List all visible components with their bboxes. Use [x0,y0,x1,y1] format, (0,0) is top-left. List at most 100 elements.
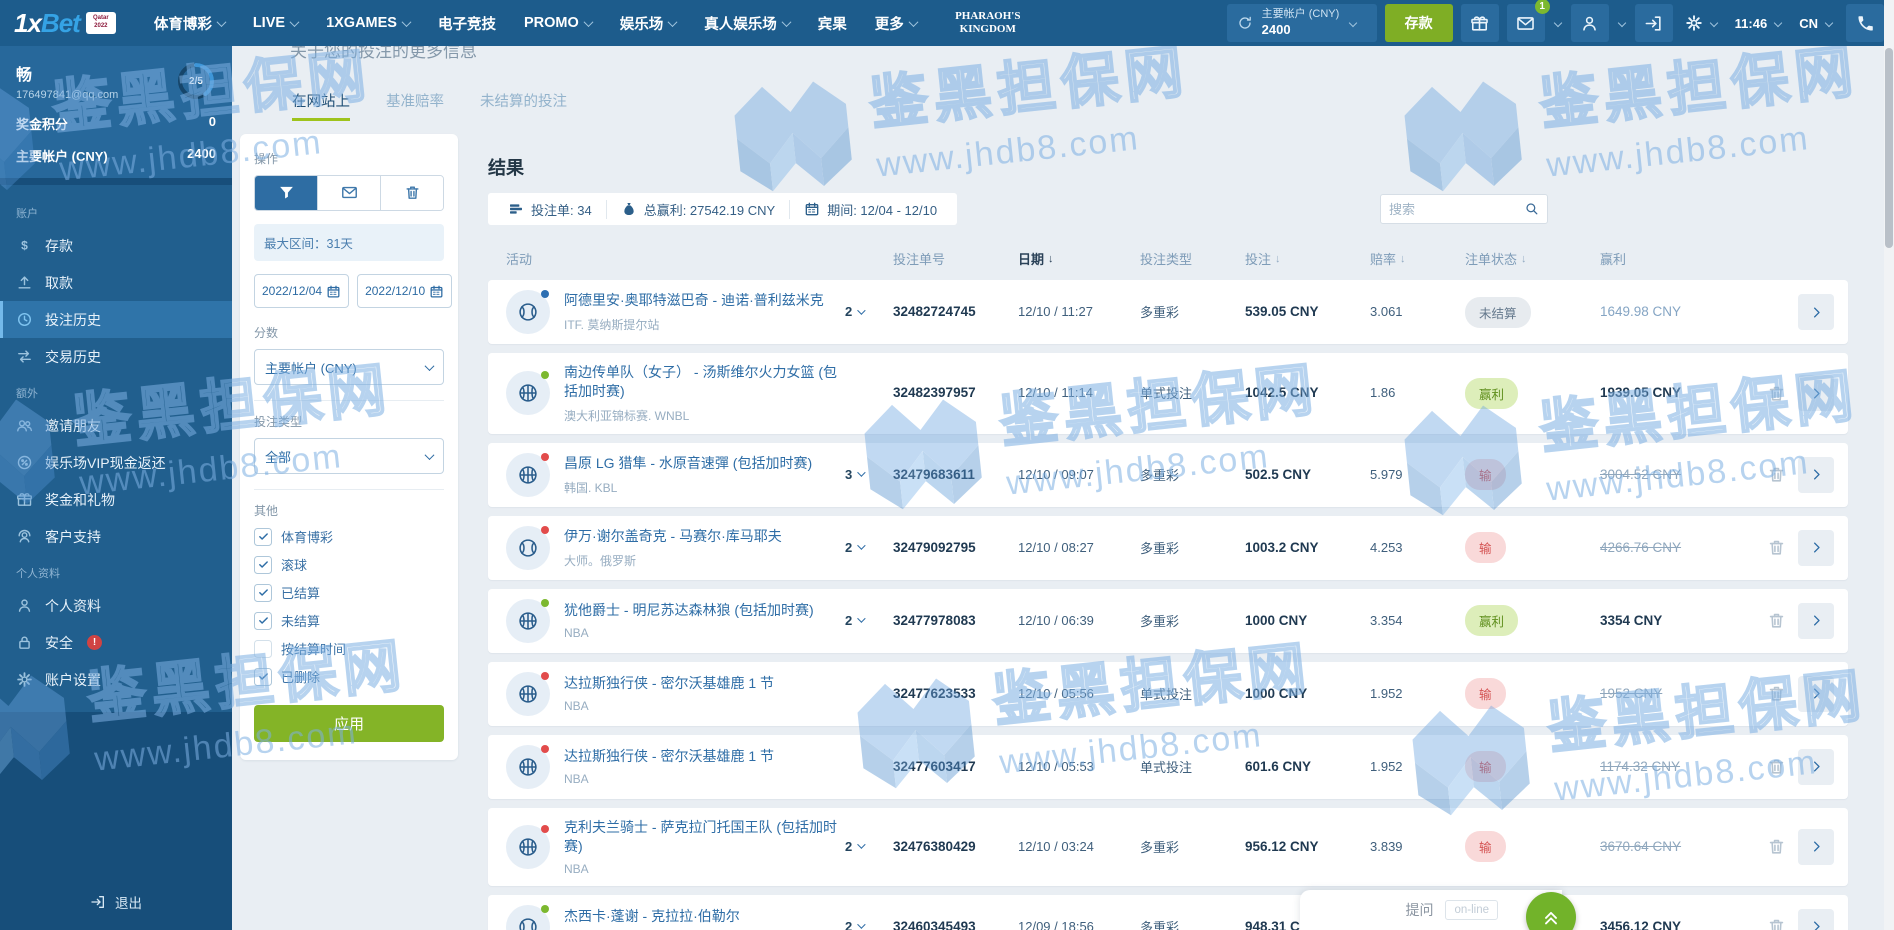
nav-item-bingo[interactable]: 宾果 [806,0,859,46]
checkbox-checked-icon[interactable] [254,555,272,574]
sidebar-item-withdrawal[interactable]: 取款 [0,264,232,301]
calendar-icon[interactable] [429,283,444,298]
date-from-input[interactable]: 2022/12/04 [254,274,350,308]
checkbox-unchecked-icon[interactable] [254,639,272,658]
chat-bar[interactable]: 提问 on-line [1300,890,1562,930]
refresh-icon[interactable] [1237,14,1253,32]
messages-button[interactable]: 1 [1506,0,1550,42]
delete-bet-button[interactable] [1767,757,1786,776]
event-title[interactable]: 阿德里安·奥耶特滋巴奇 - 迪诺·普利兹米克 [564,291,824,310]
delete-bet-button[interactable] [1767,684,1786,703]
event-title[interactable]: 昌原 LG 猎隼 - 水原音速彈 (包括加时赛) [564,454,812,473]
bet-details-button[interactable] [1798,456,1834,493]
delete-bet-button[interactable] [1767,611,1786,630]
bet-row[interactable]: 伊万·谢尔盖奇克 - 马赛尔·库马耶夫 大师。俄罗斯 2 32479092795 12/… [488,515,1848,580]
event-title[interactable]: 达拉斯独行侠 - 密尔沃基雄鹿 1 节 [564,747,774,766]
filter-checkbox[interactable]: 已结算 [254,583,444,602]
expand-selections-button[interactable]: 2 [845,540,866,555]
bet-row[interactable]: 克利夫兰骑士 - 萨克拉门托国王队 (包括加时赛) NBA 2 32476380429… [488,807,1848,886]
event-title[interactable]: 伊万·谢尔盖奇克 - 马赛尔·库马耶夫 [564,527,782,546]
nav-item-promo[interactable]: PROMO [512,0,604,46]
sidebar-item-security[interactable]: 安全! [0,624,232,661]
bet-row[interactable]: 达拉斯独行侠 - 密尔沃基雄鹿 1 节 NBA 32477623533 12/10 /… [488,661,1848,726]
filter-checkbox[interactable]: 未结算 [254,611,444,630]
delete-bet-button[interactable] [1767,837,1786,856]
column-header-num[interactable]: 投注单号 [893,249,1018,268]
sidebar-logout-button[interactable]: 退出 [90,892,142,912]
event-title[interactable]: 犹他爵士 - 明尼苏达森林狼 (包括加时赛) [564,601,814,620]
sidebar-item-deposit[interactable]: $ 存款 [0,227,232,264]
chevron-down-icon[interactable] [1553,18,1562,28]
nav-item-casino[interactable]: 娱乐场 [608,0,689,46]
brand-logo[interactable]: 1xBet Qatar 2022 [14,8,116,39]
checkbox-checked-icon[interactable] [254,611,272,630]
bet-row[interactable]: 南边传单队（女子） - 汤斯维尔火力女篮 (包括加时赛) 澳大利亚锦标赛. WNB… [488,353,1848,434]
phone-support-button[interactable] [1846,4,1884,42]
column-header-win[interactable]: 赢利 [1600,249,1760,268]
column-header-type[interactable]: 投注类型 [1140,249,1245,268]
nav-item-esports[interactable]: 电子竞技 [426,0,508,46]
nav-item-pharaohs-kingdom[interactable]: PHARAOH'S KINGDOM [933,0,1043,46]
calendar-icon[interactable] [326,283,341,298]
tab-on-site[interactable]: 在网站上 [292,90,350,121]
nav-item-sports[interactable]: 体育博彩 [142,0,237,46]
logout-button[interactable] [1634,4,1673,42]
event-title[interactable]: 杰西卡·蓬谢 - 克拉拉·伯勒尔 [564,907,740,926]
deposit-button[interactable]: 存款 [1384,4,1453,42]
column-header-date[interactable]: 日期 ↓ [1018,249,1140,268]
language-selector[interactable]: CN [1795,16,1838,31]
filter-checkbox[interactable]: 滚球 [254,555,444,574]
page-scrollbar[interactable] [1884,0,1894,930]
expand-selections-button[interactable]: 2 [845,919,866,930]
bet-details-button[interactable] [1798,529,1834,566]
date-to-input[interactable]: 2022/12/10 [357,274,453,308]
bet-details-button[interactable] [1798,602,1834,639]
filter-checkbox[interactable]: 体育博彩 [254,527,444,546]
sidebar-item-personal-profile[interactable]: 个人资料 [0,587,232,624]
scrollbar-thumb[interactable] [1885,48,1893,248]
column-header-event[interactable]: 活动 [506,249,532,268]
gifts-button[interactable] [1460,4,1499,42]
checkbox-checked-icon[interactable] [254,527,272,546]
bet-row[interactable]: 阿德里安·奥耶特滋巴奇 - 迪诺·普利兹米克 ITF. 莫纳斯提尔站 2 324827… [488,280,1848,344]
bet-details-button[interactable] [1798,748,1834,785]
bet-details-button[interactable] [1798,828,1834,865]
sidebar-item-account-settings[interactable]: 账户设置 [0,661,232,698]
bet-row[interactable]: 杰西卡·蓬谢 - 克拉拉·伯勒尔WTA. Angers2324603454931… [488,894,1848,930]
delete-bet-button[interactable] [1767,538,1786,557]
expand-selections-button[interactable]: 2 [845,304,866,319]
profile-button[interactable] [1570,4,1609,42]
filter-checkbox[interactable]: 已删除 [254,667,444,686]
sidebar-item-customer-support[interactable]: 客户支持 [0,518,232,555]
sidebar-item-bonuses-gifts[interactable]: 奖金和礼物 [0,481,232,518]
sidebar-item-casino-vip-cashback[interactable]: 娱乐场VIP现金返还 [0,444,232,481]
mail-report-button[interactable] [317,176,380,210]
delete-bet-button[interactable] [1767,465,1786,484]
chevron-down-icon[interactable] [1617,18,1626,28]
sidebar-item-bet-history[interactable]: 投注历史 [0,301,232,338]
account-select[interactable]: 主要帐户 (CNY) [254,349,444,385]
sidebar-item-invite-friends[interactable]: 邀请朋友 [0,407,232,444]
nav-item-1xgames[interactable]: 1XGAMES [314,0,422,46]
filter-checkbox[interactable]: 按结算时间 [254,639,444,658]
tab-unsettled-bets[interactable]: 未结算的投注 [480,90,567,121]
delete-bet-button[interactable] [1767,384,1786,403]
checkbox-checked-icon[interactable] [254,667,272,686]
expand-selections-button[interactable]: 2 [845,613,866,628]
column-header-status[interactable]: 注单状态 ↓ [1465,249,1600,268]
nav-item-more[interactable]: 更多 [863,0,929,46]
nav-item-live[interactable]: LIVE [241,0,310,46]
delete-all-button[interactable] [380,176,443,210]
time-selector[interactable]: 11:46 [1731,16,1788,31]
column-header-stake[interactable]: 投注 ↓ [1245,249,1370,268]
bet-details-button[interactable] [1798,294,1834,330]
sidebar-item-transaction-history[interactable]: 交易历史 [0,338,232,375]
nav-item-live-casino[interactable]: 真人娱乐场 [692,0,802,46]
event-title[interactable]: 克利夫兰骑士 - 萨克拉门托国王队 (包括加时赛) [564,818,845,856]
chat-ask-label[interactable]: 提问 [1405,900,1433,920]
bet-details-button[interactable] [1798,908,1834,930]
checkbox-checked-icon[interactable] [254,583,272,602]
expand-selections-button[interactable]: 2 [845,839,866,854]
delete-bet-button[interactable] [1767,917,1786,930]
settings-button[interactable] [1681,14,1723,32]
